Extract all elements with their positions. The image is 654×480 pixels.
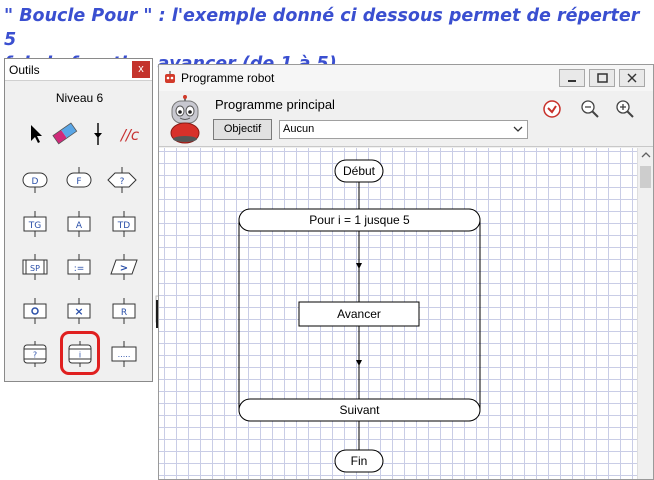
maximize-button[interactable] — [589, 69, 615, 87]
comment-icon: //c — [119, 126, 140, 144]
subprogram-tool-label: SP — [30, 264, 40, 273]
outils-close-button[interactable]: x — [132, 61, 150, 78]
scroll-up-icon[interactable] — [641, 151, 651, 159]
eraser-tool[interactable] — [49, 121, 79, 147]
fin-tool-label: F — [76, 177, 81, 187]
condition-tool[interactable]: ? — [107, 167, 137, 193]
r-tool[interactable]: R — [109, 298, 139, 324]
turn-left-tool[interactable]: TG — [20, 211, 50, 237]
outils-titlebar: Outils x — [5, 59, 152, 81]
robot-avatar-icon — [170, 95, 200, 144]
robot-app-icon — [165, 71, 175, 83]
erase-mark-icon: × — [67, 298, 91, 324]
subprogram-tool[interactable]: SP — [20, 254, 50, 280]
turn-right-tool[interactable]: TD — [109, 211, 139, 237]
mark-icon — [23, 298, 47, 324]
chevron-down-icon — [513, 126, 523, 132]
dots-icon: ..... — [111, 341, 137, 367]
condition-icon: ? — [107, 167, 137, 193]
outils-title: Outils — [9, 63, 40, 77]
zoom-in-icon[interactable] — [615, 99, 635, 119]
output-icon: > — [110, 254, 138, 280]
maximize-icon — [597, 73, 608, 83]
debut-tool[interactable]: D — [20, 167, 50, 193]
while-loop-icon: ? — [23, 341, 47, 367]
start-terminal-icon: D — [22, 172, 48, 193]
debut-tool-label: D — [32, 177, 39, 187]
programme-robot-titlebar: Programme robot — [159, 65, 653, 91]
fin-tool[interactable]: F — [64, 167, 94, 193]
forward-tool-label: A — [76, 221, 83, 231]
pointer-icon — [31, 125, 42, 143]
scrollbar-thumb[interactable] — [640, 166, 651, 188]
output-tool[interactable]: > — [109, 254, 139, 280]
comment-tool-label: //c — [119, 126, 140, 144]
zoom-out-icon[interactable] — [580, 99, 600, 119]
erase-mark-tool-label: × — [74, 305, 83, 318]
window-title: Programme robot — [181, 71, 275, 85]
forward-tool[interactable]: A — [64, 211, 94, 237]
end-terminal-icon: F — [66, 167, 92, 188]
objectif-select[interactable]: Aucun — [279, 120, 528, 139]
turn-left-icon: TG — [23, 211, 47, 237]
r-icon: R — [112, 298, 136, 324]
validate-icon[interactable] — [542, 99, 562, 119]
level-label: Niveau 6 — [55, 91, 104, 105]
subprogram-icon: SP — [22, 254, 48, 280]
arrowhead-1 — [356, 263, 362, 269]
for-loop-highlight — [60, 331, 100, 375]
vertical-scrollbar[interactable] — [637, 148, 653, 479]
dots-tool-label: ..... — [118, 350, 131, 359]
loop-footer-label: Suivant — [339, 403, 380, 417]
flowchart-canvas[interactable]: Début Pour i = 1 jusque 5 Avancer Suivan… — [159, 148, 637, 479]
turn-right-icon: TD — [112, 211, 136, 237]
assign-tool[interactable]: := — [64, 254, 94, 280]
close-icon — [627, 73, 637, 83]
program-toolbar: Programme principal Objectif Aucun — [159, 91, 653, 147]
while-loop-tool-label: ? — [33, 351, 37, 360]
caption-line-1: " Boucle Pour " : l'exemple donné ci des… — [4, 6, 640, 50]
outils-palette: Outils x Niveau 6 //c D F ? TG A TD SP:… — [4, 58, 153, 382]
r-tool-label: R — [121, 308, 127, 318]
program-label: Programme principal — [215, 97, 335, 112]
dots-tool[interactable]: ..... — [109, 341, 139, 367]
objectif-button[interactable]: Objectif — [213, 119, 272, 140]
eraser-icon — [52, 122, 78, 145]
forward-icon: A — [67, 211, 91, 237]
screenshot-root: " Boucle Pour " : l'exemple donné ci des… — [0, 0, 654, 480]
objectif-select-value: Aucun — [283, 123, 315, 135]
while-loop-tool[interactable]: ? — [20, 341, 50, 367]
mark-tool[interactable] — [20, 298, 50, 324]
turn-left-tool-label: TG — [28, 221, 41, 231]
comment-tool[interactable]: //c — [115, 121, 145, 147]
output-tool-label: > — [120, 263, 128, 274]
erase-mark-tool[interactable]: × — [64, 298, 94, 324]
turn-right-tool-label: TD — [117, 221, 130, 231]
arrowhead-2 — [356, 360, 362, 366]
link-tool[interactable] — [83, 121, 113, 147]
action-label: Avancer — [337, 307, 381, 321]
programme-robot-window: Programme robot Programme principal Obje… — [158, 64, 654, 480]
loop-header-label: Pour i = 1 jusque 5 — [309, 213, 410, 227]
minimize-icon — [568, 80, 576, 82]
assign-tool-label: := — [74, 264, 85, 274]
minimize-button[interactable] — [559, 69, 585, 87]
condition-tool-label: ? — [120, 177, 125, 187]
assign-icon: := — [67, 254, 91, 280]
pointer-tool[interactable] — [20, 121, 50, 147]
start-label: Début — [342, 164, 376, 178]
arrow-down-icon — [94, 123, 102, 145]
close-button[interactable] — [619, 69, 645, 87]
end-label: Fin — [350, 454, 368, 468]
